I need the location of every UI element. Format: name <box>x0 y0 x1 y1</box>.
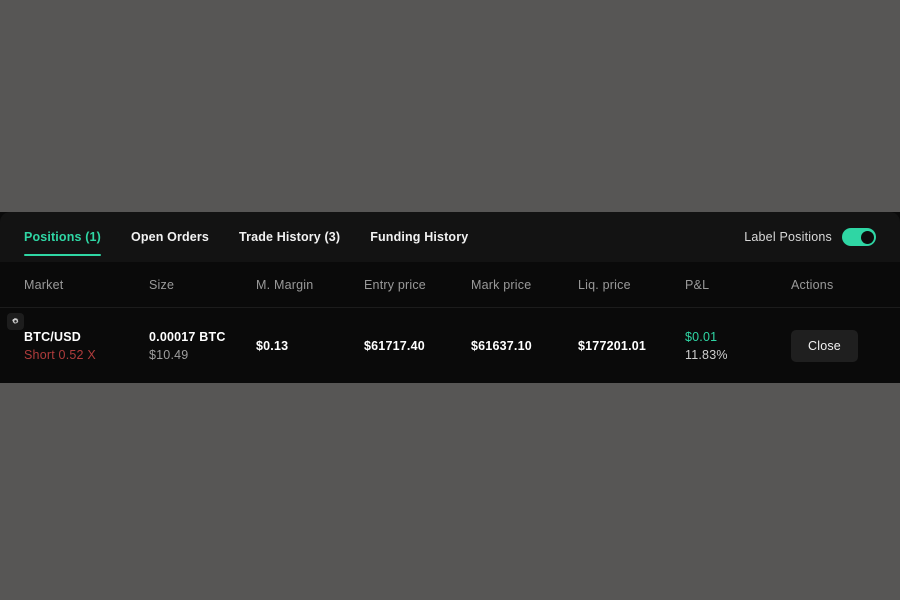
column-header-entry-price: Entry price <box>364 277 426 292</box>
label-positions-label: Label Positions <box>744 230 832 244</box>
size-amount: 0.00017 BTC <box>149 329 226 344</box>
pnl-value: $0.01 <box>685 329 718 344</box>
tab-funding-history[interactable]: Funding History <box>370 212 468 262</box>
column-header-actions: Actions <box>791 277 834 292</box>
column-header-liq-price: Liq. price <box>578 277 631 292</box>
toggle-knob <box>860 230 874 244</box>
entry-price-value: $61717.40 <box>364 338 425 353</box>
tab-open-orders[interactable]: Open Orders <box>131 212 209 262</box>
table-header-row: Market Size M. Margin Entry price Mark p… <box>0 262 900 308</box>
close-position-button[interactable]: Close <box>791 329 858 362</box>
label-positions-toggle[interactable] <box>842 228 876 246</box>
table-row[interactable]: BTC/USD Short 0.52 X 0.00017 BTC $10.49 … <box>0 308 900 383</box>
positions-panel: Positions (1) Open Orders Trade History … <box>0 212 900 383</box>
column-header-mark-price: Mark price <box>471 277 532 292</box>
liq-price-value: $177201.01 <box>578 338 647 353</box>
position-side: Short 0.52 X <box>24 347 96 362</box>
label-positions-control: Label Positions <box>744 228 876 246</box>
pnl-percent: 11.83% <box>685 347 728 362</box>
market-symbol: BTC/USD <box>24 329 81 344</box>
cell-entry-price: $61717.40 <box>364 339 471 353</box>
cell-market: BTC/USD Short 0.52 X <box>24 330 149 362</box>
panel-tabbar: Positions (1) Open Orders Trade History … <box>0 212 900 262</box>
column-header-size: Size <box>149 277 175 292</box>
cell-actions: Close <box>791 329 876 362</box>
column-header-market: Market <box>24 277 64 292</box>
cell-m-margin: $0.13 <box>256 339 364 353</box>
mark-price-value: $61637.10 <box>471 338 532 353</box>
gear-icon[interactable] <box>7 313 24 330</box>
column-header-m-margin: M. Margin <box>256 277 314 292</box>
m-margin-value: $0.13 <box>256 338 289 353</box>
tab-trade-history[interactable]: Trade History (3) <box>239 212 340 262</box>
tab-positions-label: Positions (1) <box>24 230 101 244</box>
column-header-pnl: P&L <box>685 277 710 292</box>
tab-trade-history-label: Trade History (3) <box>239 230 341 244</box>
size-usd: $10.49 <box>149 347 189 362</box>
cell-size: 0.00017 BTC $10.49 <box>149 330 256 362</box>
cell-mark-price: $61637.10 <box>471 339 578 353</box>
cell-pnl: $0.01 11.83% <box>685 330 791 362</box>
tab-positions[interactable]: Positions (1) <box>24 212 101 262</box>
cell-liq-price: $177201.01 <box>578 339 685 353</box>
tab-list: Positions (1) Open Orders Trade History … <box>24 212 468 262</box>
tab-funding-history-label: Funding History <box>370 230 469 244</box>
tab-open-orders-label: Open Orders <box>130 230 210 244</box>
